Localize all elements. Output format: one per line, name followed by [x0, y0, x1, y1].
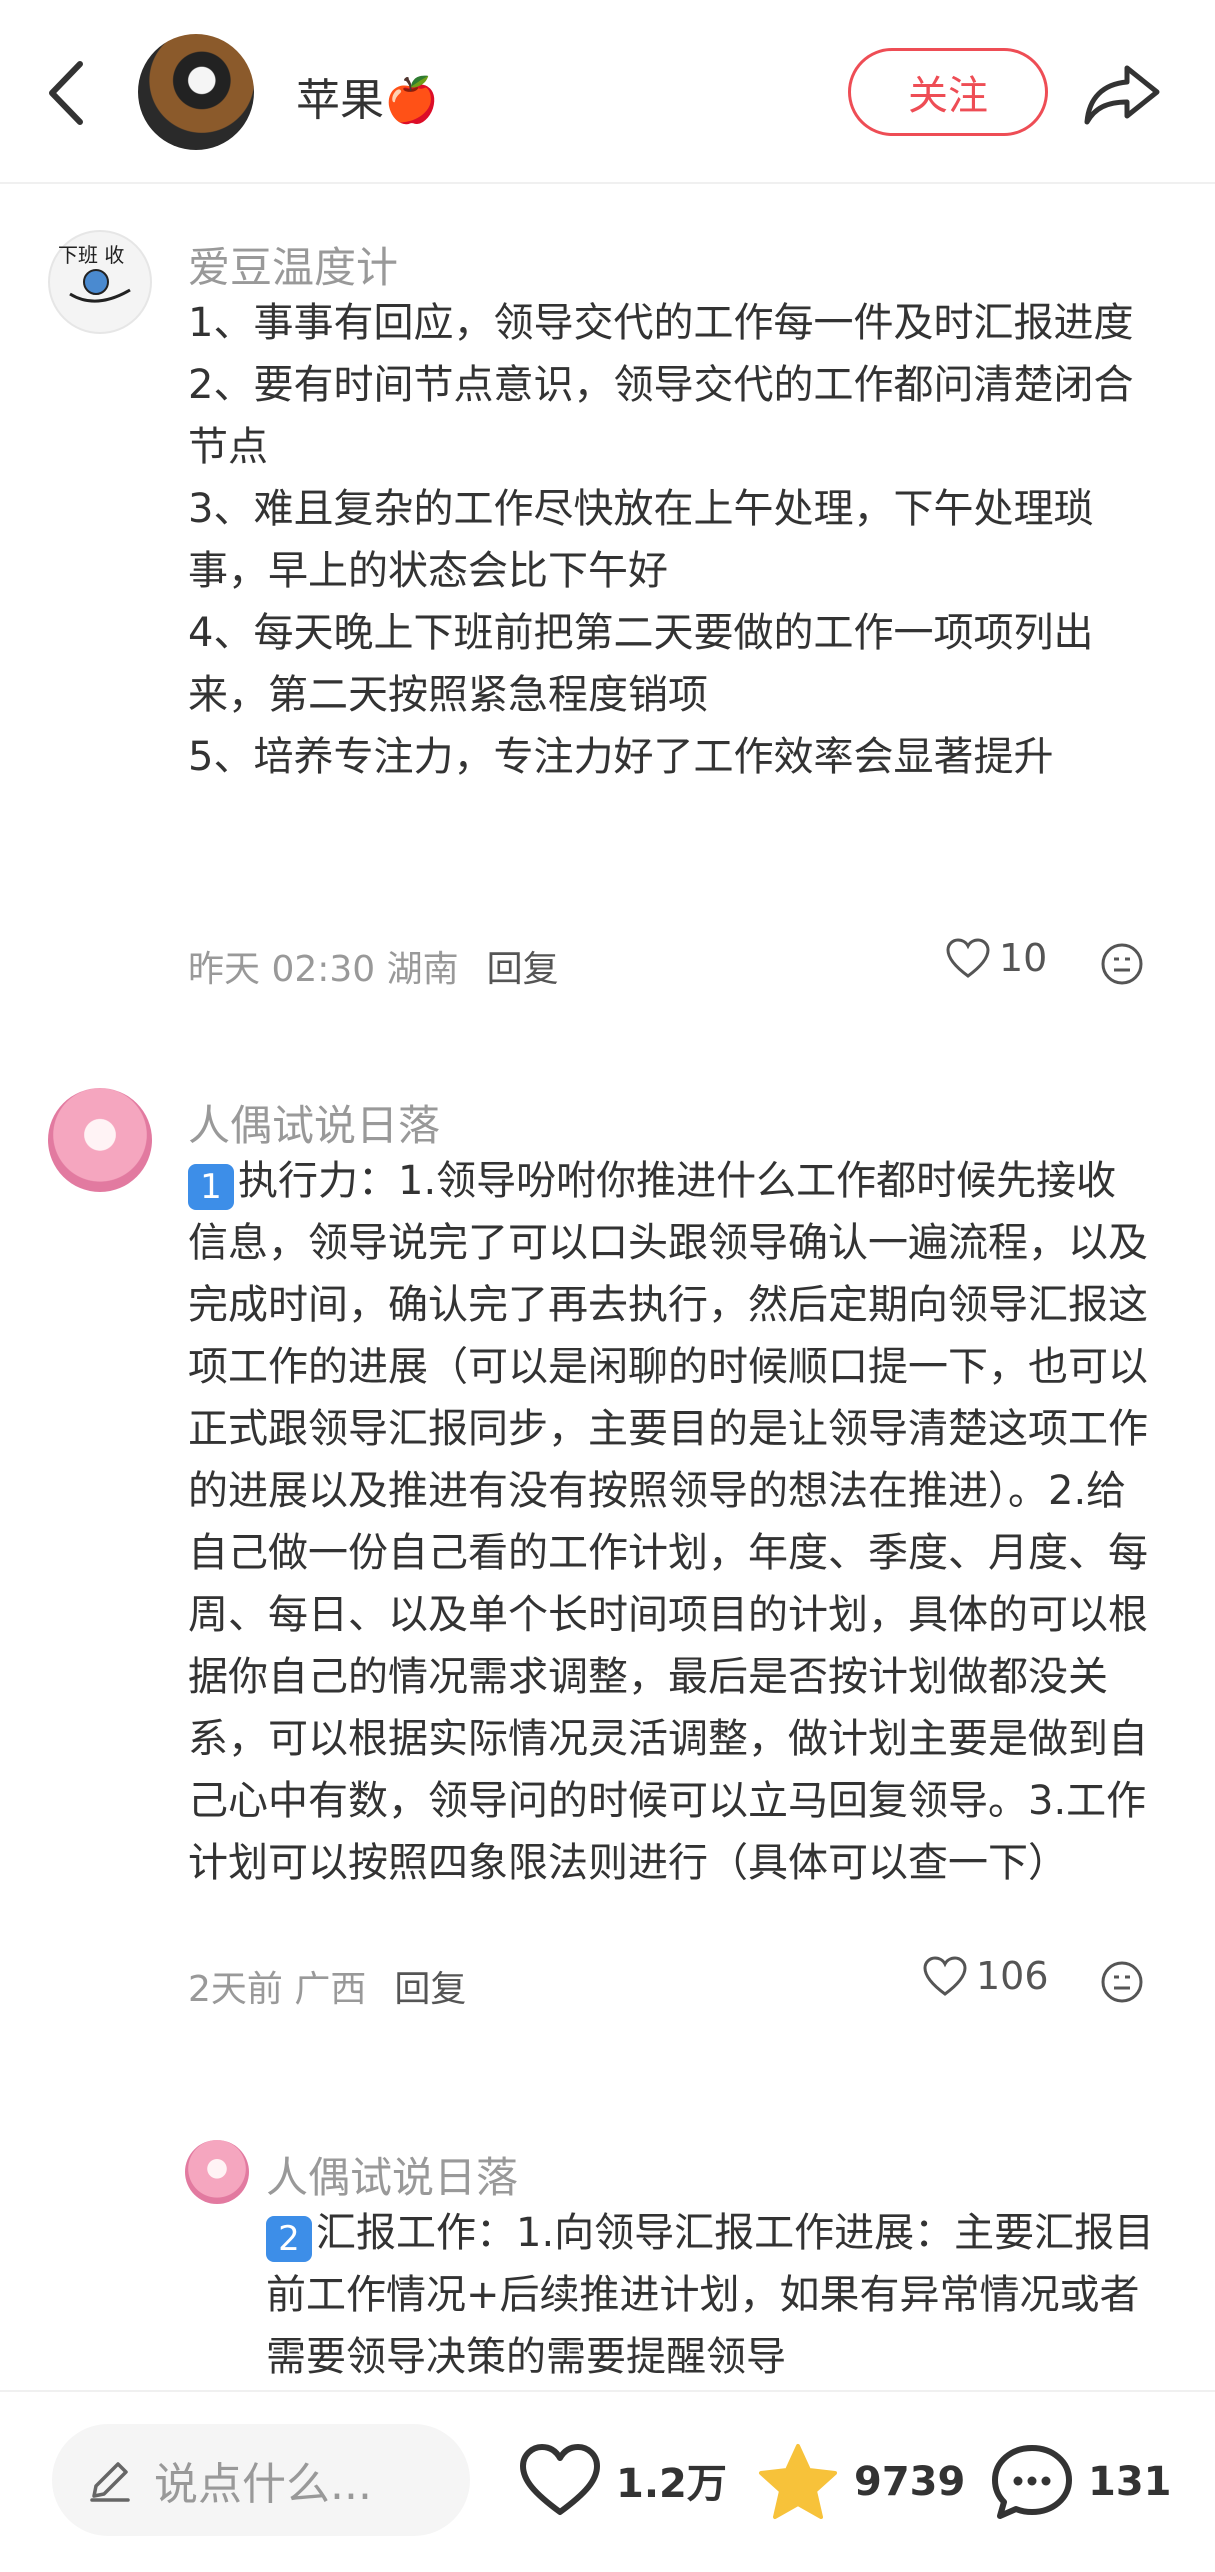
- heart-icon: [520, 2444, 600, 2515]
- comment-count-button[interactable]: 131: [990, 2442, 1172, 2522]
- comment-text: 1、事事有回应，领导交代的工作每一件及时汇报进度 2、要有时间节点意识，领导交代…: [188, 292, 1148, 912]
- comment-meta: 2天前 广西 回复: [188, 1960, 466, 2012]
- emoji-reaction-icon[interactable]: [1100, 942, 1144, 986]
- comment-text-body: 执行力：1.领导吩咐你推进什么工作都时候先接收信息，领导说完了可以口头跟领导确认…: [188, 1158, 1148, 1886]
- comment-time-location: 昨天 02:30 湖南: [188, 949, 459, 990]
- comment-like-button[interactable]: 106: [922, 1954, 1049, 1998]
- like-count: 106: [976, 1954, 1049, 1998]
- back-arrow-icon[interactable]: [44, 58, 94, 128]
- comment-text-body: 1、事事有回应，领导交代的工作每一件及时汇报进度 2、要有时间节点意识，领导交代…: [188, 300, 1134, 780]
- commenter-nickname[interactable]: 人偶试说日落: [266, 2144, 518, 2205]
- favorite-count: 9739: [854, 2459, 966, 2505]
- reply-button[interactable]: 回复: [487, 949, 559, 990]
- commenter-avatar[interactable]: [48, 1088, 152, 1192]
- author-name[interactable]: 苹果🍎: [296, 64, 439, 128]
- share-icon[interactable]: [1083, 62, 1161, 126]
- svg-text:下班 收: 下班 收: [58, 243, 124, 267]
- comment-input[interactable]: 说点什么...: [52, 2424, 470, 2536]
- chat-bubble-icon: [992, 2445, 1072, 2519]
- top-nav-bar: 苹果🍎 关注: [0, 0, 1215, 184]
- heart-icon: [923, 1956, 967, 1996]
- number-badge: 2: [266, 2216, 312, 2262]
- commenter-avatar[interactable]: [185, 2140, 249, 2204]
- favorite-button[interactable]: 9739: [756, 2442, 965, 2522]
- comment-like-button[interactable]: 10: [945, 936, 1047, 980]
- comment-text: 2 汇报工作：1.向领导汇报工作进展：主要汇报目前工作情况+后续推进计划，如果有异…: [266, 2202, 1171, 2392]
- like-count: 1.2万: [616, 2461, 727, 2507]
- comment-meta: 昨天 02:30 湖南 回复: [188, 940, 559, 992]
- author-avatar[interactable]: [138, 34, 254, 150]
- heart-icon: [946, 938, 990, 978]
- comment-count: 131: [1088, 2459, 1172, 2505]
- comment-text-body: 汇报工作：1.向领导汇报工作进展：主要汇报目前工作情况+后续推进计划，如果有异常…: [266, 2210, 1155, 2380]
- pen-icon: [90, 2462, 130, 2502]
- commenter-nickname[interactable]: 人偶试说日落: [188, 1092, 440, 1153]
- commenter-avatar[interactable]: 下班 收: [48, 230, 152, 334]
- comment-text: 1 执行力：1.领导吩咐你推进什么工作都时候先接收信息，领导说完了可以口头跟领导确…: [188, 1150, 1148, 2080]
- bottom-action-bar: 说点什么... 1.2万 9739 131: [0, 2390, 1215, 2572]
- commenter-nickname[interactable]: 爱豆温度计: [188, 234, 398, 295]
- comment-time-location: 2天前 广西: [188, 1969, 367, 2010]
- like-count: 10: [999, 936, 1048, 980]
- number-badge: 1: [188, 1164, 234, 1210]
- follow-button[interactable]: 关注: [848, 48, 1048, 136]
- like-button[interactable]: 1.2万: [518, 2442, 727, 2518]
- star-icon: [759, 2444, 837, 2519]
- reply-button[interactable]: 回复: [394, 1969, 466, 2010]
- avatar-illustration: 下班 收: [58, 243, 131, 303]
- emoji-reaction-icon[interactable]: [1100, 1960, 1144, 2004]
- comment-input-placeholder: 说点什么...: [154, 2459, 372, 2510]
